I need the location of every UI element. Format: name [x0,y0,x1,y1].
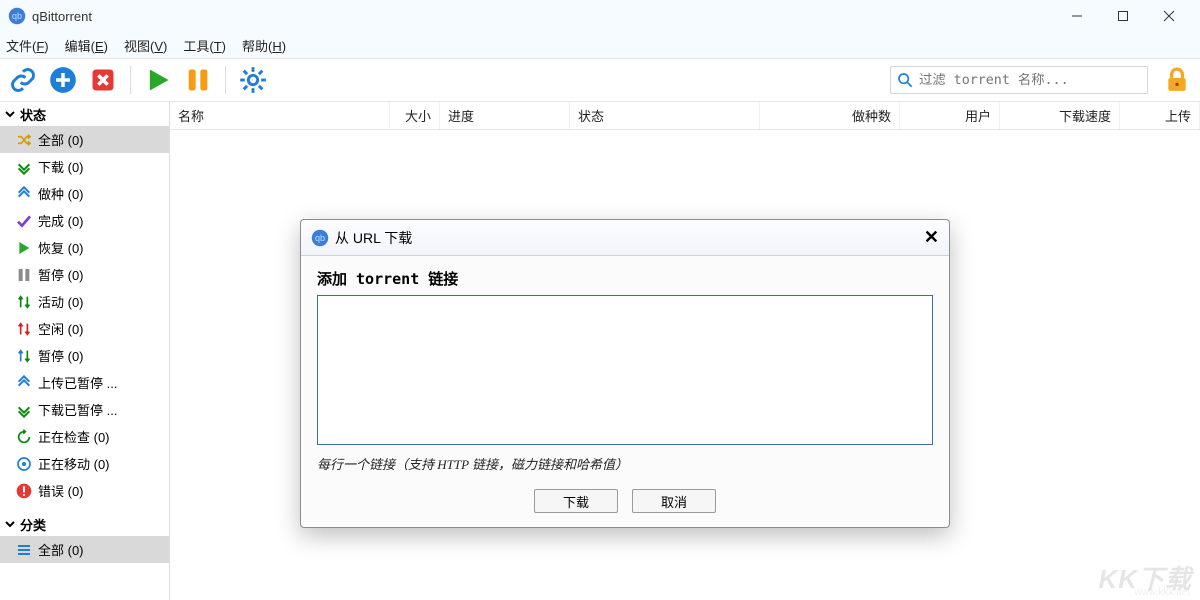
upload-icon [16,186,32,202]
titlebar: qb qBittorrent [0,0,1200,32]
sidebar-item-download-paused[interactable]: 下载已暂停 ... [0,396,169,423]
download-url-dialog: qb 从 URL 下载 ✕ 添加 torrent 链接 每行一个链接（支持 HT… [300,219,950,528]
col-peers[interactable]: 用户 [900,102,1000,129]
add-torrent-button[interactable] [46,63,80,97]
col-state[interactable]: 状态 [570,102,760,129]
dialog-close-button[interactable]: ✕ [924,227,939,248]
sidebar-item-label: 完成 (0) [38,211,84,230]
sidebar-item-complete[interactable]: 完成 (0) [0,207,169,234]
sidebar-category-all[interactable]: 全部 (0) [0,536,169,563]
category-group-header[interactable]: 分类 [0,512,169,536]
sidebar-item-label: 做种 (0) [38,184,84,203]
sidebar-item-download[interactable]: 下载 (0) [0,153,169,180]
status-group-header[interactable]: 状态 [0,102,169,126]
error-icon [16,483,32,499]
col-name[interactable]: 名称 [170,102,390,129]
delete-button[interactable] [86,63,120,97]
app-logo-icon: qb [311,229,329,247]
dialog-download-button[interactable]: 下载 [534,489,618,513]
menu-help[interactable]: 帮助(H) [242,36,286,55]
refresh-icon [16,429,32,445]
sidebar-item-label: 恢复 (0) [38,238,84,257]
chevron-down-icon [4,518,16,530]
resume-button[interactable] [141,63,175,97]
add-link-button[interactable] [6,63,40,97]
sidebar-item-label: 上传已暂停 ... [38,373,117,392]
menu-tools[interactable]: 工具(T) [183,36,226,55]
maximize-button[interactable] [1100,0,1146,32]
close-button[interactable] [1146,0,1192,32]
sidebar-item-label: 活动 (0) [38,292,84,311]
sidebar-item-label: 暂停 (0) [38,346,84,365]
sidebar-item-label: 全部 (0) [38,540,84,559]
toolbar [0,58,1200,102]
sidebar-item-label: 全部 (0) [38,130,84,149]
pause-icon [16,267,32,283]
search-icon [897,72,913,88]
sidebar-item-label: 暂停 (0) [38,265,84,284]
sidebar-item-all[interactable]: 全部 (0) [0,126,169,153]
category-group-label: 分类 [20,515,46,534]
sidebar-item-resume[interactable]: 恢复 (0) [0,234,169,261]
svg-text:qb: qb [315,233,325,243]
sidebar-item-stalled[interactable]: 暂停 (0) [0,342,169,369]
status-group-label: 状态 [20,105,46,124]
sidebar-item-label: 正在移动 (0) [38,454,110,473]
dialog-title: 从 URL 下载 [335,228,412,248]
search-box[interactable] [890,66,1148,94]
window-title: qBittorrent [32,9,92,24]
menubar: 文件(F) 编辑(E) 视图(V) 工具(T) 帮助(H) [0,32,1200,58]
menu-view[interactable]: 视图(V) [124,36,167,55]
col-dlspeed[interactable]: 下载速度 [1000,102,1120,129]
settings-button[interactable] [236,63,270,97]
watermark-url: www.kkx.net [1134,587,1190,598]
sidebar-item-upload-paused[interactable]: 上传已暂停 ... [0,369,169,396]
download-paused-icon [16,402,32,418]
updown-blue-icon [16,348,32,364]
sidebar-item-active[interactable]: 活动 (0) [0,288,169,315]
updown-icon [16,294,32,310]
search-input[interactable] [919,73,1141,88]
minimize-button[interactable] [1054,0,1100,32]
list-icon [16,542,32,558]
upload-paused-icon [16,375,32,391]
download-icon [16,159,32,175]
chevron-down-icon [4,108,16,120]
updown-red-icon [16,321,32,337]
dialog-cancel-button[interactable]: 取消 [632,489,716,513]
col-size[interactable]: 大小 [390,102,440,129]
col-progress[interactable]: 进度 [440,102,570,129]
lock-button[interactable] [1160,63,1194,97]
url-textarea[interactable] [317,295,933,445]
moving-icon [16,456,32,472]
sidebar-item-error[interactable]: 错误 (0) [0,477,169,504]
shuffle-icon [16,132,32,148]
play-icon [16,240,32,256]
sidebar-item-label: 正在检查 (0) [38,427,110,446]
col-seeds[interactable]: 做种数 [760,102,900,129]
menu-file[interactable]: 文件(F) [6,36,49,55]
menu-edit[interactable]: 编辑(E) [65,36,108,55]
app-logo-icon: qb [8,7,26,25]
dialog-label: 添加 torrent 链接 [317,268,933,289]
sidebar-item-paused[interactable]: 暂停 (0) [0,261,169,288]
sidebar: 状态 全部 (0) 下载 (0) 做种 (0) 完成 (0) 恢复 (0) 暂停… [0,102,170,600]
sidebar-item-label: 空闲 (0) [38,319,84,338]
sidebar-item-seed[interactable]: 做种 (0) [0,180,169,207]
checkmark-icon [16,213,32,229]
sidebar-item-label: 错误 (0) [38,481,84,500]
pause-button[interactable] [181,63,215,97]
sidebar-item-label: 下载 (0) [38,157,84,176]
column-header-row: 名称 大小 进度 状态 做种数 用户 下载速度 上传 [170,102,1200,130]
dialog-hint: 每行一个链接（支持 HTTP 链接，磁力链接和哈希值） [317,454,933,473]
sidebar-item-label: 下载已暂停 ... [38,400,117,419]
sidebar-item-checking[interactable]: 正在检查 (0) [0,423,169,450]
sidebar-item-idle[interactable]: 空闲 (0) [0,315,169,342]
sidebar-item-moving[interactable]: 正在移动 (0) [0,450,169,477]
col-upspeed[interactable]: 上传 [1120,102,1200,129]
svg-text:qb: qb [12,11,22,21]
dialog-titlebar: qb 从 URL 下载 ✕ [301,220,949,256]
